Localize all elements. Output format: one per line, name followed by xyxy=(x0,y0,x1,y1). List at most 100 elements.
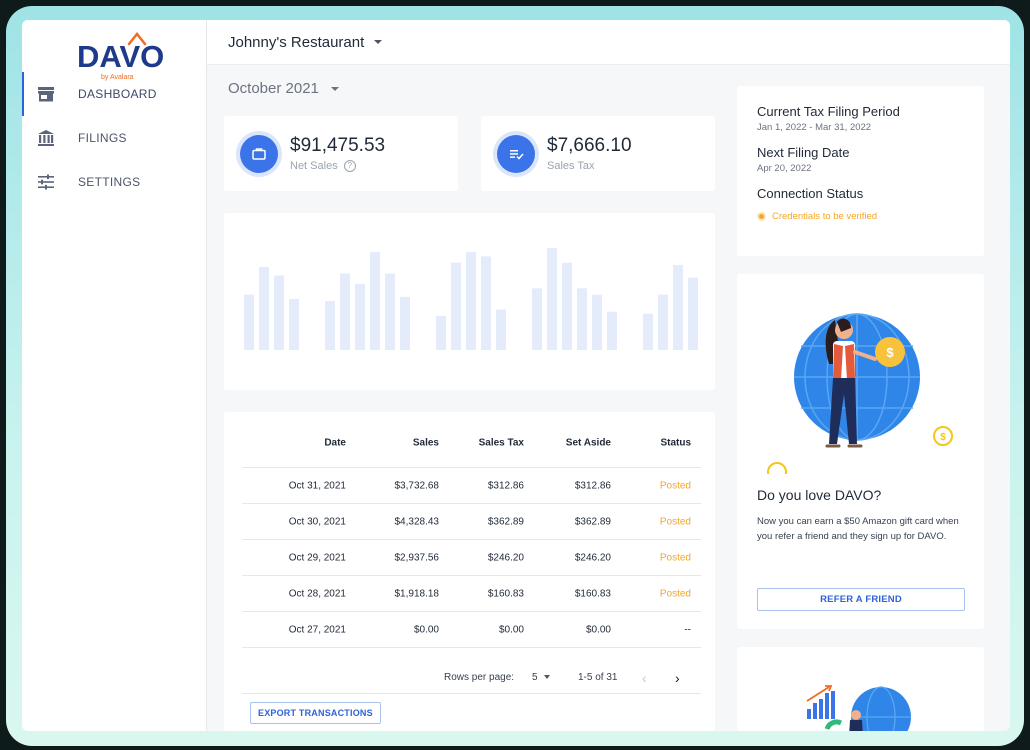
prev-page-button[interactable]: ‹ xyxy=(642,670,647,686)
chevron-down-icon xyxy=(543,675,550,680)
row-date: Oct 29, 2021 xyxy=(288,552,346,563)
chart-bar[interactable] xyxy=(481,256,491,350)
chart-bar[interactable] xyxy=(340,273,350,350)
chart-bar[interactable] xyxy=(400,296,410,350)
rows-per-page-label: Rows per page: xyxy=(444,672,515,683)
bank-icon xyxy=(38,130,54,146)
table-row[interactable]: Oct 31, 2021 $3,732.68 $312.86 $312.86 P… xyxy=(242,468,701,504)
sidebar-item-label: SETTINGS xyxy=(78,175,141,189)
header-sales[interactable]: Sales xyxy=(413,437,439,448)
chart-bar[interactable] xyxy=(496,309,506,350)
chart-bar[interactable] xyxy=(577,288,587,350)
header-date[interactable]: Date xyxy=(324,437,346,448)
chart-bar[interactable] xyxy=(643,313,653,350)
chart-bar[interactable] xyxy=(592,294,602,350)
chart-bar[interactable] xyxy=(466,252,476,350)
chevron-down-icon xyxy=(330,86,339,91)
row-status: Posted xyxy=(659,588,691,599)
chart-bar[interactable] xyxy=(385,273,395,350)
table-row[interactable]: Oct 30, 2021 $4,328.43 $362.89 $362.89 P… xyxy=(242,504,701,540)
connection-status-title: Connection Status xyxy=(757,186,864,201)
chart-bar[interactable] xyxy=(325,301,335,350)
sidebar-item-label: FILINGS xyxy=(78,131,127,145)
table-header-row: Date Sales Sales Tax Set Aside Status xyxy=(242,418,701,468)
table-row[interactable]: Oct 29, 2021 $2,937.56 $246.20 $246.20 P… xyxy=(242,540,701,576)
chart-bar[interactable] xyxy=(289,298,299,350)
store-icon xyxy=(38,87,54,102)
row-sales: $0.00 xyxy=(413,624,439,635)
row-sales-tax: $160.83 xyxy=(487,588,524,599)
briefcase-icon xyxy=(240,134,278,173)
month-selector[interactable]: October 2021 xyxy=(228,80,339,97)
growth-illustration xyxy=(806,685,911,731)
row-sales: $3,732.68 xyxy=(394,480,440,491)
top-header: Johnny's Restaurant xyxy=(207,20,1010,65)
current-period-value: Jan 1, 2022 - Mar 31, 2022 xyxy=(757,122,872,133)
chart-bar[interactable] xyxy=(451,262,461,350)
chart-bar[interactable] xyxy=(244,294,254,350)
sales-tax-value: $7,666.10 xyxy=(547,135,632,156)
page-range: 1-5 of 31 xyxy=(578,672,618,683)
table-row[interactable]: Oct 28, 2021 $1,918.18 $160.83 $160.83 P… xyxy=(242,576,701,612)
chart-bar[interactable] xyxy=(274,275,284,350)
help-icon[interactable]: ? xyxy=(343,160,356,172)
row-sales-tax: $246.20 xyxy=(487,552,524,563)
sidebar-item-label: DASHBOARD xyxy=(78,87,157,101)
filing-info-card: Current Tax Filing Period Jan 1, 2022 - … xyxy=(737,86,984,256)
header-status[interactable]: Status xyxy=(660,437,691,448)
rows-per-page-select[interactable]: 5 xyxy=(532,672,550,683)
connection-status[interactable]: Credentials to be verified xyxy=(757,211,964,222)
row-set-aside: $246.20 xyxy=(574,552,611,563)
chart-bar[interactable] xyxy=(355,284,365,350)
chart-bar[interactable] xyxy=(607,311,617,350)
svg-text:$: $ xyxy=(940,432,946,443)
row-sales-tax: $0.00 xyxy=(498,624,524,635)
row-sales: $1,918.18 xyxy=(394,588,440,599)
chart-bar[interactable] xyxy=(370,252,380,350)
table-row[interactable]: Oct 27, 2021 $0.00 $0.00 $0.00 -- xyxy=(242,612,701,648)
sales-chart-card xyxy=(224,213,715,390)
row-set-aside: $312.86 xyxy=(574,480,611,491)
sidebar-item-filings[interactable]: FILINGS xyxy=(22,116,207,160)
chart-bar[interactable] xyxy=(562,262,572,350)
promo-title: Do you love DAVO? xyxy=(757,487,882,503)
chart-bar[interactable] xyxy=(532,288,542,350)
row-date: Oct 28, 2021 xyxy=(288,588,346,599)
tax-list-icon xyxy=(497,134,535,173)
logo-wordmark: DAVO xyxy=(77,39,165,74)
next-page-button[interactable]: › xyxy=(675,670,680,686)
sliders-icon xyxy=(38,174,54,190)
refer-a-friend-button[interactable]: REFER A FRIEND xyxy=(757,588,965,611)
app-window: DAVO by Avalara DASHBOARD FILINGS SETTIN… xyxy=(22,20,1010,731)
chevron-down-icon xyxy=(374,40,383,44)
sales-tax-label: Sales Tax xyxy=(547,160,595,172)
next-filing-title: Next Filing Date xyxy=(757,145,850,160)
net-sales-value: $91,475.53 xyxy=(290,135,386,156)
row-status: Posted xyxy=(659,480,691,491)
promo-card-secondary xyxy=(737,647,984,731)
month-label: October 2021 xyxy=(228,80,319,97)
chart-bar[interactable] xyxy=(547,247,557,350)
row-date: Oct 31, 2021 xyxy=(288,480,346,491)
row-date: Oct 30, 2021 xyxy=(288,516,346,527)
header-sales-tax[interactable]: Sales Tax xyxy=(479,437,524,448)
row-status: Posted xyxy=(659,516,691,527)
chart-bar[interactable] xyxy=(259,267,269,350)
restaurant-selector[interactable]: Johnny's Restaurant xyxy=(228,34,383,51)
chart-bar[interactable] xyxy=(436,315,446,350)
export-transactions-button[interactable]: EXPORT TRANSACTIONS xyxy=(250,702,381,724)
chart-bar[interactable] xyxy=(658,294,668,350)
net-sales-label: Net Sales xyxy=(290,160,338,172)
sidebar-item-settings[interactable]: SETTINGS xyxy=(22,160,207,204)
row-sales-tax: $312.86 xyxy=(487,480,524,491)
sidebar: DAVO by Avalara DASHBOARD FILINGS SETTIN… xyxy=(22,20,207,731)
current-period-title: Current Tax Filing Period xyxy=(757,104,900,119)
status-dot-icon xyxy=(757,212,766,221)
row-sales: $2,937.56 xyxy=(394,552,440,563)
sidebar-nav: DASHBOARD FILINGS SETTINGS xyxy=(22,72,207,204)
sidebar-item-dashboard[interactable]: DASHBOARD xyxy=(22,72,207,116)
chart-bar[interactable] xyxy=(673,264,683,350)
header-set-aside[interactable]: Set Aside xyxy=(566,437,611,448)
chart-bar[interactable] xyxy=(688,277,698,350)
row-status: Posted xyxy=(659,552,691,563)
